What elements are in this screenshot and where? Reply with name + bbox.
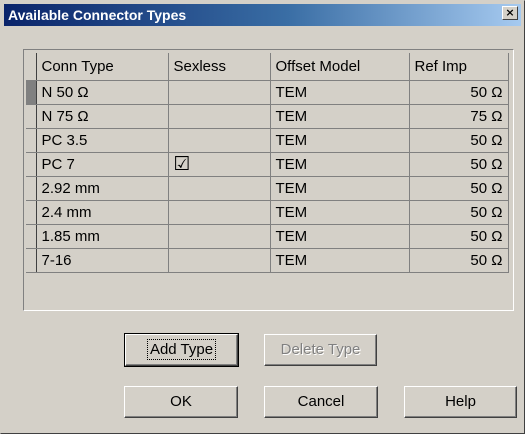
- table-row[interactable]: 2.4 mm TEM 50 Ω: [26, 200, 509, 225]
- cell-sexless[interactable]: [168, 128, 271, 153]
- cell-ref-imp[interactable]: 50 Ω: [409, 200, 509, 225]
- cancel-button[interactable]: Cancel: [264, 386, 378, 418]
- cell-conn-type[interactable]: PC 7: [36, 152, 169, 177]
- row-indicator[interactable]: [26, 80, 37, 105]
- row-indicator[interactable]: [26, 128, 37, 153]
- column-header-sexless[interactable]: Sexless: [168, 53, 271, 81]
- row-indicator[interactable]: [26, 176, 37, 201]
- cell-ref-imp[interactable]: 75 Ω: [409, 104, 509, 129]
- cell-sexless[interactable]: ☑: [168, 152, 271, 177]
- cell-offset-model[interactable]: TEM: [270, 200, 410, 225]
- cell-offset-model[interactable]: TEM: [270, 128, 410, 153]
- table-row[interactable]: PC 7 ☑ TEM 50 Ω: [26, 152, 509, 177]
- cell-conn-type[interactable]: 7-16: [36, 248, 169, 273]
- cell-sexless[interactable]: [168, 200, 271, 225]
- table-row[interactable]: 1.85 mm TEM 50 Ω: [26, 224, 509, 249]
- cell-offset-model[interactable]: TEM: [270, 80, 410, 105]
- cell-ref-imp[interactable]: 50 Ω: [409, 152, 509, 177]
- cell-conn-type[interactable]: N 50 Ω: [36, 80, 169, 105]
- row-indicator[interactable]: [26, 200, 37, 225]
- cell-sexless[interactable]: [168, 248, 271, 273]
- cell-offset-model[interactable]: TEM: [270, 176, 410, 201]
- row-indicator-header: [26, 53, 37, 81]
- row-indicator[interactable]: [26, 152, 37, 177]
- table-row[interactable]: N 75 Ω TEM 75 Ω: [26, 104, 509, 129]
- row-indicator[interactable]: [26, 248, 37, 273]
- help-button[interactable]: Help: [404, 386, 517, 418]
- row-indicator[interactable]: [26, 104, 37, 129]
- help-label: Help: [445, 393, 476, 410]
- connector-grid: Conn Type Sexless Offset Model Ref Imp N…: [23, 49, 514, 311]
- table-row[interactable]: PC 3.5 TEM 50 Ω: [26, 128, 509, 153]
- cell-offset-model[interactable]: TEM: [270, 248, 410, 273]
- cell-sexless[interactable]: [168, 176, 271, 201]
- cell-sexless[interactable]: [168, 80, 271, 105]
- cell-sexless[interactable]: [168, 224, 271, 249]
- row-indicator[interactable]: [26, 224, 37, 249]
- ok-button[interactable]: OK: [124, 386, 238, 418]
- title-bar[interactable]: Available Connector Types ×: [4, 4, 521, 26]
- close-icon[interactable]: ×: [502, 6, 518, 20]
- column-header-conn-type[interactable]: Conn Type: [36, 53, 169, 81]
- cell-ref-imp[interactable]: 50 Ω: [409, 80, 509, 105]
- cell-conn-type[interactable]: PC 3.5: [36, 128, 169, 153]
- cell-ref-imp[interactable]: 50 Ω: [409, 224, 509, 249]
- add-type-button[interactable]: Add Type: [124, 333, 239, 367]
- cancel-label: Cancel: [297, 393, 345, 410]
- sexless-checkbox[interactable]: ☑: [174, 154, 191, 174]
- window-title: Available Connector Types: [8, 7, 187, 23]
- cell-ref-imp[interactable]: 50 Ω: [409, 176, 509, 201]
- add-type-label: Add Type: [146, 339, 217, 360]
- cell-sexless[interactable]: [168, 104, 271, 129]
- ok-label: OK: [170, 393, 192, 410]
- cell-offset-model[interactable]: TEM: [270, 152, 410, 177]
- delete-type-button[interactable]: Delete Type: [264, 334, 377, 366]
- dialog-window: Available Connector Types × Conn Type Se…: [0, 0, 525, 434]
- table-row[interactable]: 7-16 TEM 50 Ω: [26, 248, 509, 273]
- cell-conn-type[interactable]: 2.92 mm: [36, 176, 169, 201]
- table-header-row: Conn Type Sexless Offset Model Ref Imp: [26, 53, 509, 81]
- column-header-offset-model[interactable]: Offset Model: [270, 53, 410, 81]
- cell-ref-imp[interactable]: 50 Ω: [409, 248, 509, 273]
- cell-offset-model[interactable]: TEM: [270, 104, 410, 129]
- cell-offset-model[interactable]: TEM: [270, 224, 410, 249]
- column-header-ref-imp[interactable]: Ref Imp: [409, 53, 509, 81]
- delete-type-label: Delete Type: [280, 341, 361, 358]
- cell-ref-imp[interactable]: 50 Ω: [409, 128, 509, 153]
- connector-table: Conn Type Sexless Offset Model Ref Imp N…: [26, 53, 509, 273]
- cell-conn-type[interactable]: 1.85 mm: [36, 224, 169, 249]
- cell-conn-type[interactable]: 2.4 mm: [36, 200, 169, 225]
- cell-conn-type[interactable]: N 75 Ω: [36, 104, 169, 129]
- table-row[interactable]: 2.92 mm TEM 50 Ω: [26, 176, 509, 201]
- table-row[interactable]: N 50 Ω TEM 50 Ω: [26, 80, 509, 105]
